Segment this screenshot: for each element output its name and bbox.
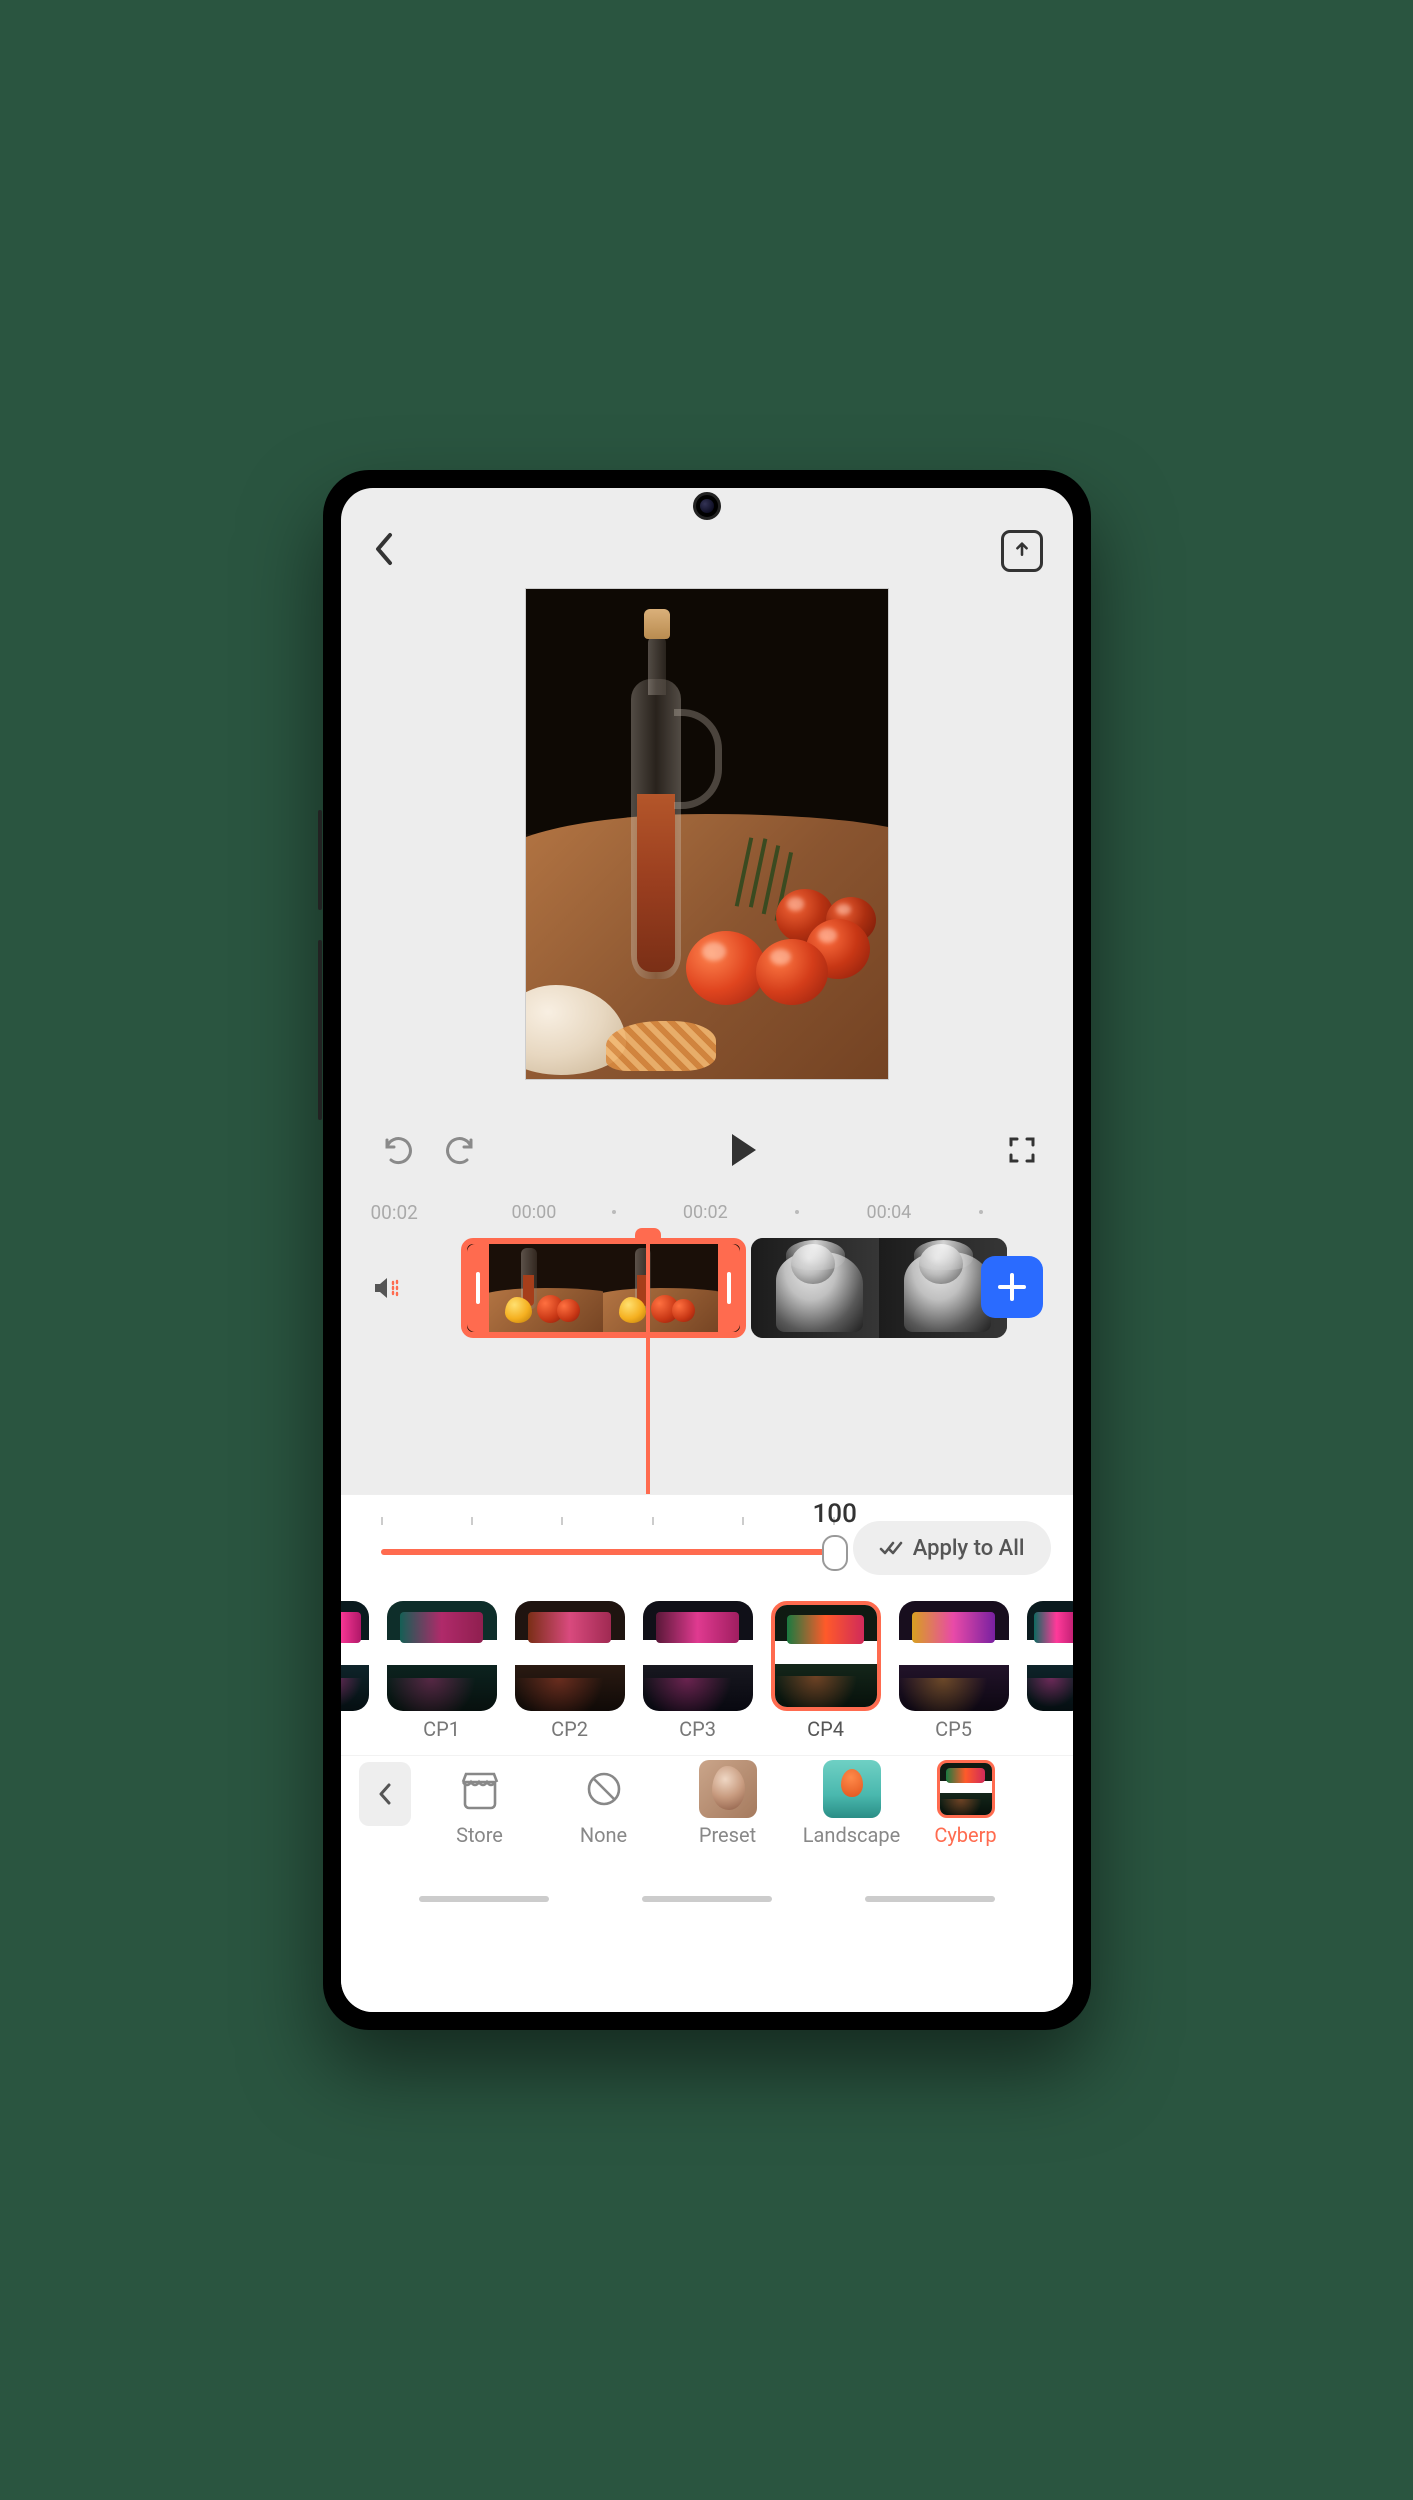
timeline-row [341, 1234, 1073, 1342]
redo-button[interactable] [445, 1132, 481, 1168]
time-mark: 00:04 [866, 1202, 911, 1223]
apply-to-all-label: Apply to All [913, 1536, 1025, 1561]
filter-thumb [643, 1601, 753, 1711]
gesture-home[interactable] [642, 1896, 772, 1902]
filter-category-row[interactable]: Store None Preset Landscape [341, 1755, 1073, 1877]
playback-controls [341, 1110, 1073, 1190]
filter-label: CP2 [551, 1717, 588, 1741]
filter-label: CP1 [423, 1717, 460, 1741]
category-label: Cyberp [934, 1823, 996, 1847]
bottom-panel: 100 Apply to All CP1 [341, 1494, 1073, 2012]
filter-preset[interactable] [1027, 1601, 1073, 1755]
gesture-nav-bar [341, 1877, 1073, 1921]
filter-thumb [771, 1601, 881, 1711]
clip-trim-left-handle[interactable] [467, 1244, 489, 1332]
filter-label: CP3 [679, 1717, 716, 1741]
current-time: 00:02 [371, 1201, 461, 1224]
back-button[interactable] [371, 531, 397, 571]
filter-label: CP4 [807, 1717, 844, 1741]
timeline-ruler: 00:02 00:00 00:02 00:04 [341, 1190, 1073, 1234]
gesture-back[interactable] [865, 1896, 995, 1902]
category-label: Landscape [803, 1823, 900, 1847]
time-dot [795, 1210, 799, 1214]
time-mark: 00:00 [512, 1202, 557, 1223]
filter-presets-row[interactable]: CP1 CP2 CP3 CP4 CP5 [341, 1585, 1073, 1755]
filter-thumb [515, 1601, 625, 1711]
clip-trim-right-handle[interactable] [718, 1244, 740, 1332]
category-back-button[interactable] [359, 1762, 411, 1826]
filter-preset-cp3[interactable]: CP3 [643, 1601, 753, 1755]
audio-button[interactable] [371, 1272, 461, 1304]
category-thumb [937, 1760, 995, 1818]
category-thumb [823, 1760, 881, 1818]
undo-button[interactable] [377, 1132, 413, 1168]
preview-image[interactable] [525, 588, 889, 1080]
camera-hole [693, 492, 721, 520]
filter-preset-cp5[interactable]: CP5 [899, 1601, 1009, 1755]
filter-preset-cp4[interactable]: CP4 [771, 1601, 881, 1755]
category-preset[interactable]: Preset [673, 1760, 783, 1847]
time-mark: 00:02 [683, 1202, 728, 1223]
intensity-slider[interactable]: 100 [363, 1505, 853, 1575]
category-thumb [699, 1760, 757, 1818]
category-cyberpunk[interactable]: Cyberp [921, 1760, 1011, 1847]
category-label: Store [456, 1823, 503, 1847]
filter-preset[interactable] [359, 1601, 369, 1755]
export-button[interactable] [1001, 530, 1043, 572]
time-dot [612, 1210, 616, 1214]
preview-area [341, 578, 1073, 1110]
filter-thumb [899, 1601, 1009, 1711]
app-screen: 00:02 00:00 00:02 00:04 [341, 488, 1073, 2012]
none-icon [575, 1760, 633, 1818]
time-dot [979, 1210, 983, 1214]
gesture-recent[interactable] [419, 1896, 549, 1902]
clip-frame [489, 1244, 604, 1332]
clip-frame [751, 1238, 879, 1338]
category-landscape[interactable]: Landscape [797, 1760, 907, 1847]
clip-frame [603, 1244, 718, 1332]
timeline-wrap [341, 1234, 1073, 1494]
category-store[interactable]: Store [425, 1760, 535, 1847]
category-label: Preset [699, 1823, 756, 1847]
apply-to-all-button[interactable]: Apply to All [853, 1521, 1051, 1575]
double-check-icon [879, 1538, 903, 1558]
store-icon [451, 1760, 509, 1818]
intensity-thumb[interactable] [822, 1535, 848, 1571]
add-media-button[interactable] [981, 1256, 1043, 1318]
filter-preset-cp2[interactable]: CP2 [515, 1601, 625, 1755]
filter-intensity-row: 100 Apply to All [341, 1495, 1073, 1585]
filter-preset-cp1[interactable]: CP1 [387, 1601, 497, 1755]
intensity-value: 100 [813, 1499, 857, 1529]
filter-label: CP5 [935, 1717, 972, 1741]
clip[interactable] [751, 1238, 1007, 1338]
clips-track[interactable] [461, 1238, 1073, 1338]
filter-thumb [387, 1601, 497, 1711]
clip-selected[interactable] [461, 1238, 746, 1338]
fullscreen-button[interactable] [1007, 1135, 1037, 1165]
phone-frame: 00:02 00:00 00:02 00:04 [323, 470, 1091, 2030]
play-button[interactable] [481, 1134, 1007, 1166]
category-label: None [580, 1823, 627, 1847]
playhead[interactable] [646, 1234, 650, 1494]
category-none[interactable]: None [549, 1760, 659, 1847]
